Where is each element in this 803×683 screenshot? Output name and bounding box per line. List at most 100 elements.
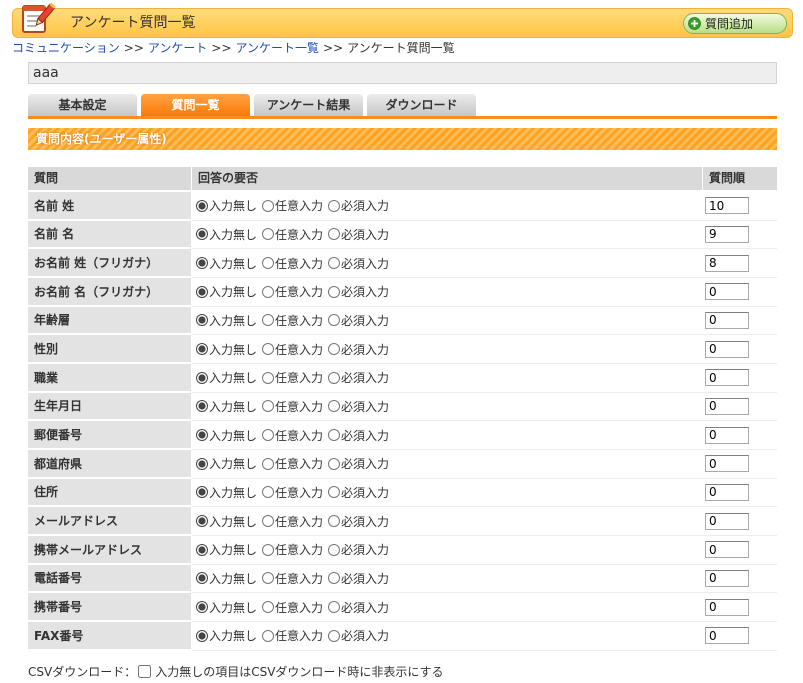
radio-button[interactable] (262, 371, 275, 384)
radio-button[interactable] (328, 400, 341, 413)
hide-unanswered-checkbox[interactable] (138, 664, 152, 678)
option-no-input[interactable]: 入力無し (196, 484, 257, 501)
radio-button[interactable] (196, 257, 208, 270)
question-order-input[interactable] (705, 197, 749, 215)
radio-button[interactable] (262, 400, 275, 413)
option-required[interactable]: 必須入力 (328, 369, 389, 386)
option-required[interactable]: 必須入力 (328, 541, 389, 558)
radio-button[interactable] (262, 343, 275, 356)
radio-button[interactable] (328, 429, 341, 442)
radio-button[interactable] (262, 515, 275, 528)
breadcrumb-link-survey[interactable]: アンケート (148, 41, 208, 55)
question-order-input[interactable] (705, 512, 749, 530)
option-optional[interactable]: 任意入力 (262, 427, 323, 444)
tab-survey-results[interactable]: アンケート結果 (254, 94, 363, 116)
radio-button[interactable] (262, 199, 275, 212)
option-optional[interactable]: 任意入力 (262, 627, 323, 644)
radio-button[interactable] (196, 601, 208, 614)
option-optional[interactable]: 任意入力 (262, 455, 323, 472)
radio-button[interactable] (328, 572, 341, 585)
radio-button[interactable] (262, 285, 275, 298)
breadcrumb-link-communication[interactable]: コミュニケーション (12, 41, 120, 55)
hide-unanswered-option[interactable]: 入力無しの項目はCSVダウンロード時に非表示にする (136, 663, 444, 680)
option-required[interactable]: 必須入力 (328, 226, 389, 243)
radio-button[interactable] (262, 572, 275, 585)
option-no-input[interactable]: 入力無し (196, 255, 257, 272)
breadcrumb-link-survey-list[interactable]: アンケート一覧 (236, 41, 320, 55)
option-no-input[interactable]: 入力無し (196, 398, 257, 415)
option-optional[interactable]: 任意入力 (262, 570, 323, 587)
option-no-input[interactable]: 入力無し (196, 627, 257, 644)
option-required[interactable]: 必須入力 (328, 283, 389, 300)
option-no-input[interactable]: 入力無し (196, 541, 257, 558)
option-optional[interactable]: 任意入力 (262, 341, 323, 358)
question-order-input[interactable] (705, 311, 749, 329)
question-order-input[interactable] (705, 369, 749, 387)
option-optional[interactable]: 任意入力 (262, 599, 323, 616)
option-required[interactable]: 必須入力 (328, 484, 389, 501)
question-order-input[interactable] (705, 455, 749, 473)
add-question-button[interactable]: 質問追加 (683, 13, 787, 34)
question-order-input[interactable] (705, 340, 749, 358)
radio-button[interactable] (262, 457, 275, 470)
option-required[interactable]: 必須入力 (328, 627, 389, 644)
radio-button[interactable] (328, 486, 341, 499)
radio-button[interactable] (328, 228, 341, 241)
radio-button[interactable] (262, 543, 275, 556)
question-order-input[interactable] (705, 397, 749, 415)
radio-button[interactable] (196, 228, 208, 241)
radio-button[interactable] (262, 257, 275, 270)
option-no-input[interactable]: 入力無し (196, 369, 257, 386)
option-optional[interactable]: 任意入力 (262, 513, 323, 530)
option-required[interactable]: 必須入力 (328, 398, 389, 415)
option-optional[interactable]: 任意入力 (262, 484, 323, 501)
option-no-input[interactable]: 入力無し (196, 283, 257, 300)
option-no-input[interactable]: 入力無し (196, 427, 257, 444)
option-no-input[interactable]: 入力無し (196, 226, 257, 243)
option-optional[interactable]: 任意入力 (262, 226, 323, 243)
option-no-input[interactable]: 入力無し (196, 599, 257, 616)
tab-basic-settings[interactable]: 基本設定 (28, 94, 137, 116)
radio-button[interactable] (262, 601, 275, 614)
radio-button[interactable] (196, 486, 208, 499)
radio-button[interactable] (196, 343, 208, 356)
question-order-input[interactable] (705, 627, 749, 645)
option-no-input[interactable]: 入力無し (196, 197, 257, 214)
option-optional[interactable]: 任意入力 (262, 369, 323, 386)
radio-button[interactable] (196, 199, 208, 212)
question-order-input[interactable] (705, 598, 749, 616)
option-required[interactable]: 必須入力 (328, 570, 389, 587)
radio-button[interactable] (328, 314, 341, 327)
option-required[interactable]: 必須入力 (328, 341, 389, 358)
option-required[interactable]: 必須入力 (328, 455, 389, 472)
option-optional[interactable]: 任意入力 (262, 398, 323, 415)
radio-button[interactable] (196, 371, 208, 384)
option-optional[interactable]: 任意入力 (262, 197, 323, 214)
question-order-input[interactable] (705, 541, 749, 559)
option-required[interactable]: 必須入力 (328, 599, 389, 616)
radio-button[interactable] (328, 457, 341, 470)
option-no-input[interactable]: 入力無し (196, 312, 257, 329)
radio-button[interactable] (196, 400, 208, 413)
option-no-input[interactable]: 入力無し (196, 570, 257, 587)
question-order-input[interactable] (705, 225, 749, 243)
option-required[interactable]: 必須入力 (328, 427, 389, 444)
radio-button[interactable] (196, 629, 208, 642)
radio-button[interactable] (328, 543, 341, 556)
option-optional[interactable]: 任意入力 (262, 255, 323, 272)
question-order-input[interactable] (705, 254, 749, 272)
radio-button[interactable] (196, 314, 208, 327)
option-no-input[interactable]: 入力無し (196, 341, 257, 358)
radio-button[interactable] (196, 515, 208, 528)
question-order-input[interactable] (705, 569, 749, 587)
tab-question-list[interactable]: 質問一覧 (141, 94, 250, 116)
option-required[interactable]: 必須入力 (328, 312, 389, 329)
option-required[interactable]: 必須入力 (328, 513, 389, 530)
option-optional[interactable]: 任意入力 (262, 283, 323, 300)
radio-button[interactable] (328, 199, 341, 212)
radio-button[interactable] (328, 515, 341, 528)
question-order-input[interactable] (705, 283, 749, 301)
radio-button[interactable] (262, 429, 275, 442)
question-order-input[interactable] (705, 426, 749, 444)
radio-button[interactable] (328, 629, 341, 642)
